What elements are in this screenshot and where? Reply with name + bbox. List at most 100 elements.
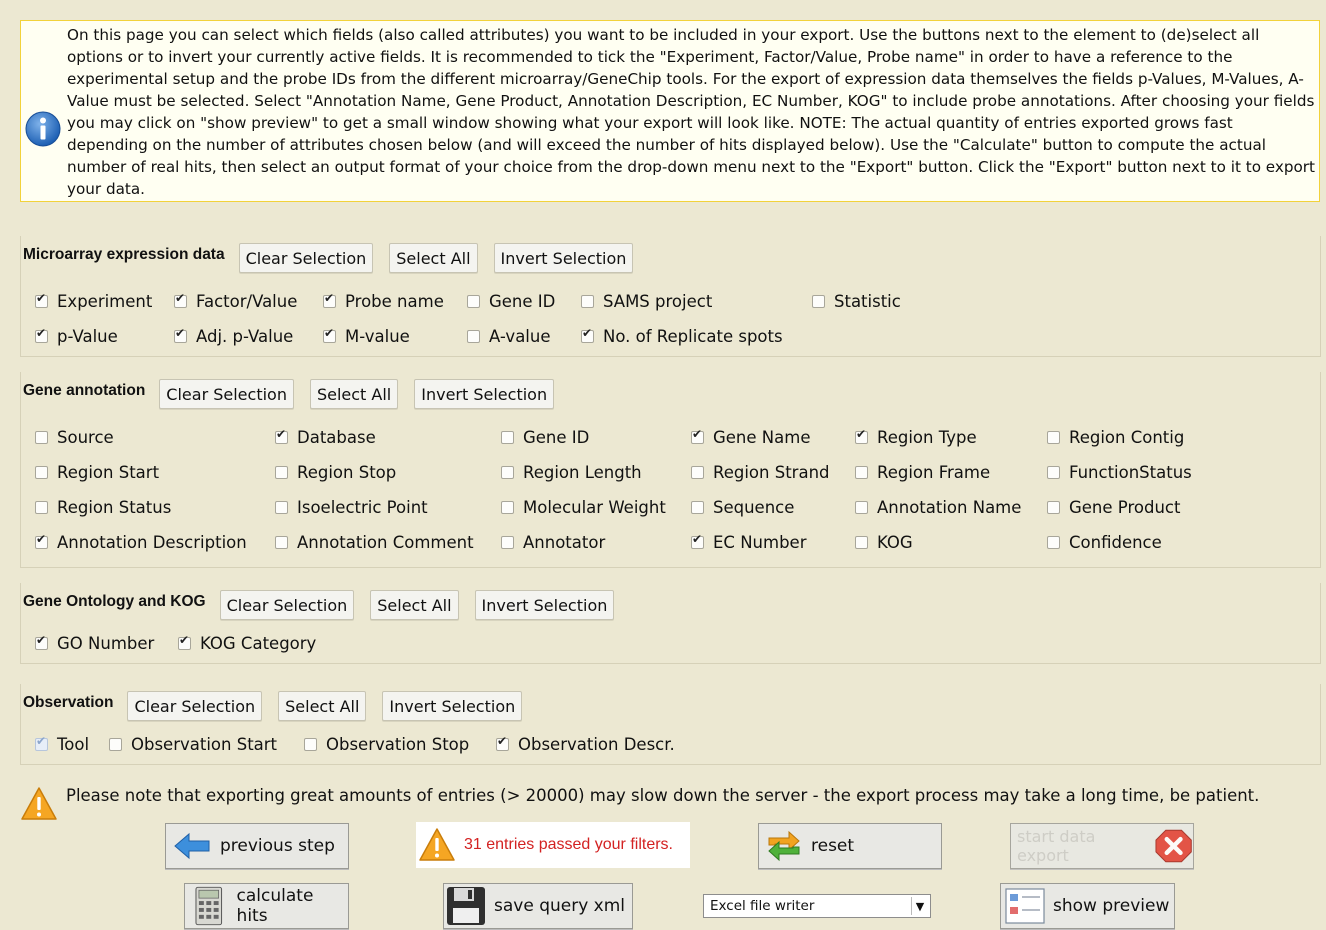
field-annotation-name[interactable]: Annotation Name [855, 498, 1021, 517]
checkbox[interactable] [174, 291, 187, 308]
field-sams-project[interactable]: SAMS project [581, 292, 712, 311]
output-format-select[interactable]: Excel file writer ▼ [703, 894, 931, 918]
field-sequence[interactable]: Sequence [691, 498, 794, 517]
field-statistic[interactable]: Statistic [812, 292, 901, 311]
field-confidence[interactable]: Confidence [1047, 533, 1162, 552]
field-region-contig[interactable]: Region Contig [1047, 428, 1184, 447]
field-adj-p-value[interactable]: Adj. p-Value [174, 326, 293, 346]
checkbox[interactable] [323, 291, 336, 308]
checkbox[interactable] [275, 466, 288, 479]
checkbox[interactable] [1047, 536, 1060, 549]
calculate-hits-button[interactable]: calculate hits [184, 883, 349, 929]
checkbox[interactable] [855, 501, 868, 514]
field-isoelectric-point[interactable]: Isoelectric Point [275, 498, 428, 517]
field-p-value[interactable]: p-Value [35, 326, 118, 346]
checkbox[interactable] [501, 501, 514, 514]
field-a-value[interactable]: A-value [467, 327, 551, 346]
reset-button[interactable]: reset [758, 823, 942, 869]
field-region-frame[interactable]: Region Frame [855, 463, 990, 482]
checkbox[interactable] [581, 295, 594, 308]
field-gene-name[interactable]: Gene Name [691, 427, 810, 447]
go-kog-clear-button[interactable]: Clear Selection [219, 590, 355, 620]
field-function-status[interactable]: FunctionStatus [1047, 463, 1192, 482]
checkbox[interactable] [501, 431, 514, 444]
checkbox[interactable] [812, 295, 825, 308]
field-region-length[interactable]: Region Length [501, 463, 642, 482]
field-region-strand[interactable]: Region Strand [691, 463, 830, 482]
go-kog-select-all-button[interactable]: Select All [370, 590, 459, 620]
microarray-select-all-button[interactable]: Select All [389, 243, 478, 273]
checkbox[interactable] [178, 633, 191, 650]
field-kog[interactable]: KOG [855, 533, 913, 552]
field-molecular-weight[interactable]: Molecular Weight [501, 498, 666, 517]
field-annotator[interactable]: Annotator [501, 533, 605, 552]
checkbox[interactable] [855, 427, 868, 444]
field-factor-value[interactable]: Factor/Value [174, 291, 297, 311]
checkbox[interactable] [35, 633, 48, 650]
checkbox[interactable] [109, 738, 122, 751]
field-gene-id[interactable]: Gene ID [501, 428, 589, 447]
field-region-stop[interactable]: Region Stop [275, 463, 396, 482]
checkbox[interactable] [275, 536, 288, 549]
field-region-type[interactable]: Region Type [855, 427, 977, 447]
checkbox[interactable] [691, 427, 704, 444]
field-observation-start[interactable]: Observation Start [109, 735, 277, 754]
checkbox[interactable] [467, 330, 480, 343]
checkbox[interactable] [1047, 501, 1060, 514]
checkbox[interactable] [35, 466, 48, 479]
observation-invert-button[interactable]: Invert Selection [382, 691, 523, 721]
field-probe-name[interactable]: Probe name [323, 291, 444, 311]
field-region-status[interactable]: Region Status [35, 498, 171, 517]
gene-annotation-invert-button[interactable]: Invert Selection [414, 379, 555, 409]
checkbox[interactable] [691, 532, 704, 549]
field-region-start[interactable]: Region Start [35, 463, 159, 482]
checkbox[interactable] [174, 326, 187, 343]
field-gene-product[interactable]: Gene Product [1047, 498, 1180, 517]
save-query-button[interactable]: save query xml [443, 883, 633, 929]
observation-clear-button[interactable]: Clear Selection [127, 691, 263, 721]
microarray-invert-button[interactable]: Invert Selection [493, 243, 634, 273]
field-experiment[interactable]: Experiment [35, 291, 152, 311]
show-preview-button[interactable]: show preview [1000, 883, 1175, 929]
field-annotation-description[interactable]: Annotation Description [35, 532, 247, 552]
checkbox[interactable] [1047, 431, 1060, 444]
checkbox[interactable] [691, 501, 704, 514]
checkbox[interactable] [304, 738, 317, 751]
checkbox[interactable] [501, 536, 514, 549]
checkbox[interactable] [855, 466, 868, 479]
checkbox[interactable] [35, 501, 48, 514]
checkbox[interactable] [275, 501, 288, 514]
checkbox[interactable] [691, 466, 704, 479]
microarray-clear-button[interactable]: Clear Selection [238, 243, 374, 273]
checkbox[interactable] [496, 734, 509, 751]
field-annotation-comment[interactable]: Annotation Comment [275, 533, 474, 552]
field-replicate-spots[interactable]: No. of Replicate spots [581, 326, 783, 346]
observation-title: Observation [23, 694, 114, 711]
field-gene-id[interactable]: Gene ID [467, 292, 555, 311]
checkbox[interactable] [855, 536, 868, 549]
gene-annotation-select-all-button[interactable]: Select All [309, 379, 399, 409]
field-ec-number[interactable]: EC Number [691, 532, 806, 552]
start-export-button[interactable]: start data export [1010, 823, 1194, 869]
checkbox[interactable] [35, 326, 48, 343]
checkbox[interactable] [581, 326, 594, 343]
go-kog-invert-button[interactable]: Invert Selection [474, 590, 615, 620]
field-source[interactable]: Source [35, 428, 114, 447]
field-m-value[interactable]: M-value [323, 326, 410, 346]
observation-select-all-button[interactable]: Select All [278, 691, 367, 721]
field-observation-descr[interactable]: Observation Descr. [496, 734, 675, 754]
checkbox[interactable] [323, 326, 336, 343]
checkbox[interactable] [35, 431, 48, 444]
checkbox[interactable] [501, 466, 514, 479]
previous-step-button[interactable]: previous step [165, 823, 349, 869]
checkbox[interactable] [1047, 466, 1060, 479]
field-observation-stop[interactable]: Observation Stop [304, 735, 469, 754]
checkbox[interactable] [275, 427, 288, 444]
gene-annotation-clear-button[interactable]: Clear Selection [159, 379, 294, 409]
checkbox[interactable] [467, 295, 480, 308]
checkbox[interactable] [35, 291, 48, 308]
checkbox[interactable] [35, 532, 48, 549]
field-go-number[interactable]: GO Number [35, 633, 154, 653]
field-database[interactable]: Database [275, 427, 376, 447]
field-kog-category[interactable]: KOG Category [178, 633, 316, 653]
